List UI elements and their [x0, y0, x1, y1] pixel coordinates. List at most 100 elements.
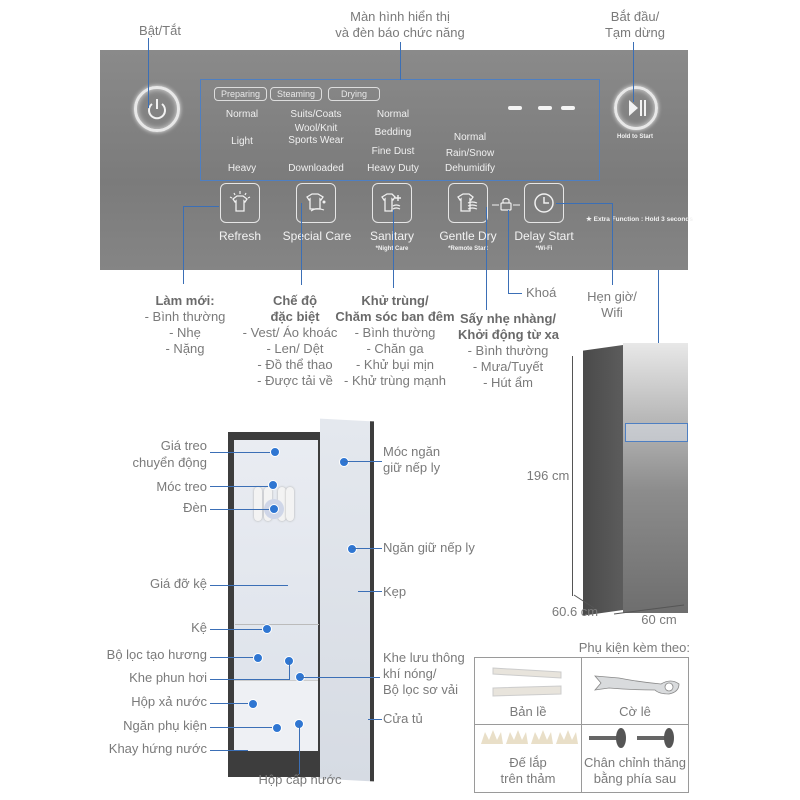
leader-line — [148, 38, 149, 108]
leader-line — [633, 42, 634, 102]
leader-line — [210, 750, 248, 751]
marker-dot — [262, 624, 272, 634]
special-title-1: Chế độ — [272, 293, 318, 308]
label-start-1: Bắt đầu/ — [610, 9, 660, 24]
clock-icon — [534, 193, 554, 213]
leader-line — [358, 591, 382, 592]
gentle-item: - Hút ẩm — [483, 375, 533, 390]
wrench-icon — [594, 675, 680, 695]
extra-function-note: ★ Extra Function : Hold 3 seconds — [586, 216, 693, 223]
special-item: - Đồ thể thao — [257, 357, 333, 372]
part-door: Cửa tủ — [383, 711, 423, 726]
gentle-title-1: Sấy nhẹ nhàng/ — [459, 311, 557, 326]
leader-line — [393, 210, 394, 288]
part-drain-box: Hộp xả nước — [131, 694, 207, 709]
leader-line — [210, 679, 290, 680]
hold-to-start-hint: Hold to Start — [617, 134, 653, 140]
leader-line — [210, 452, 270, 453]
part-moving-hanger-1: Giá treo — [160, 438, 207, 453]
power-button[interactable] — [134, 86, 180, 132]
mode-refresh-light: Light — [231, 136, 253, 147]
sanitary-item: - Khử trùng mạnh — [344, 373, 446, 388]
bottom-compartment — [234, 680, 318, 751]
timer-label-2: Wifi — [601, 305, 623, 320]
open-door — [320, 418, 374, 782]
mode-special-sports: Sports Wear — [288, 135, 344, 146]
leader-line — [210, 509, 269, 510]
gentle-item: - Mưa/Tuyết — [472, 359, 544, 374]
start-pause-button[interactable] — [614, 86, 658, 130]
part-airflow-2: khí nóng/ — [383, 666, 437, 681]
sanitary-item: - Khử bụi mịn — [355, 357, 435, 372]
part-hook: Móc treo — [156, 479, 207, 494]
stage-drying: Drying — [328, 87, 381, 101]
width-dimension: 60 cm — [641, 612, 677, 627]
special-item: - Vest/ Áo khoác — [242, 325, 338, 340]
accessory-hinge: Bản lề — [475, 658, 582, 725]
leveling-foot-icon — [589, 728, 674, 748]
marker-dot — [270, 447, 280, 457]
lock-label: Khoá — [526, 285, 557, 300]
timer-label-1: Hẹn giờ/ — [587, 289, 637, 304]
special-item: - Được tải về — [257, 373, 333, 388]
leader-line — [508, 293, 522, 294]
leader-line — [210, 727, 272, 728]
leader-line — [183, 206, 184, 284]
time-digit-dash — [538, 106, 552, 110]
gentle-item: - Bình thường — [467, 343, 549, 358]
part-shelf-support: Giá đỡ kệ — [150, 576, 207, 591]
sanitary-shirt-icon — [381, 193, 401, 212]
control-panel: Preparing Steaming Drying Normal Light H… — [100, 50, 693, 270]
leader-line — [368, 719, 382, 720]
sanitary-label: Sanitary — [369, 229, 415, 243]
part-lamp: Đèn — [183, 500, 207, 515]
sanitary-button[interactable] — [372, 183, 412, 223]
leader-line — [486, 207, 487, 310]
mode-sanitary-normal: Normal — [376, 109, 410, 120]
gentle-dry-button[interactable] — [448, 183, 488, 223]
part-clip: Kẹp — [383, 584, 407, 599]
product-side-panel — [583, 345, 623, 616]
leader-line — [183, 206, 219, 207]
time-digit-dash — [508, 106, 522, 110]
stage-preparing: Preparing — [214, 87, 268, 101]
marker-dot — [253, 653, 263, 663]
accessory-wrench: Cờ lê — [581, 658, 689, 725]
accessories-table: Bản lề Cờ lê Đế lắp trên thảm Chân chỉnh… — [474, 657, 689, 793]
label-power: Bật/Tắt — [139, 23, 181, 38]
accessory-leveling-feet: Chân chỉnh thăng bằng phía sau — [581, 724, 689, 793]
refresh-shirt-icon — [229, 191, 251, 212]
part-airflow-1: Khe lưu thông — [383, 650, 465, 665]
accessory-label: trên thảm — [500, 771, 556, 786]
carpet-base-icon — [481, 730, 578, 744]
sanitary-sub: *Night Care — [375, 246, 409, 252]
leader-line — [210, 657, 253, 658]
leader-line — [301, 203, 302, 285]
part-pants-hook-2: giữ nếp ly — [383, 460, 441, 475]
delay-start-sub: *Wi-Fi — [535, 246, 553, 252]
part-drip-tray: Khay hứng nước — [108, 741, 207, 756]
mode-gentle-rainsnow: Rain/Snow — [445, 148, 495, 159]
mode-special-downloaded: Downloaded — [288, 163, 344, 174]
part-airflow-3: Bộ lọc sơ vải — [383, 682, 458, 697]
product-front-door — [623, 343, 688, 613]
lock-icon — [492, 197, 520, 211]
marker-dot — [268, 480, 278, 490]
mode-sanitary-bedding: Bedding — [374, 127, 412, 138]
refresh-item: - Bình thường — [144, 309, 226, 324]
special-care-button[interactable] — [296, 183, 336, 223]
refresh-button[interactable] — [220, 183, 260, 223]
part-water-supply: Hộp cấp nước — [258, 772, 342, 787]
stage-steaming: Steaming — [270, 87, 323, 101]
marker-dot — [347, 544, 357, 554]
refresh-item: - Nhẹ — [169, 325, 201, 340]
label-display-2: và đèn báo chức năng — [335, 25, 465, 40]
label-display-1: Màn hình hiển thị — [350, 9, 450, 24]
accessory-label: Bản lề — [509, 704, 547, 719]
mode-gentle-normal: Normal — [453, 132, 487, 143]
accessory-carpet-base: Đế lắp trên thảm — [475, 724, 582, 793]
sanitary-item: - Bình thường — [354, 325, 436, 340]
refresh-item: - Nặng — [165, 341, 205, 356]
leader-line — [210, 585, 288, 586]
leader-line — [508, 210, 509, 293]
